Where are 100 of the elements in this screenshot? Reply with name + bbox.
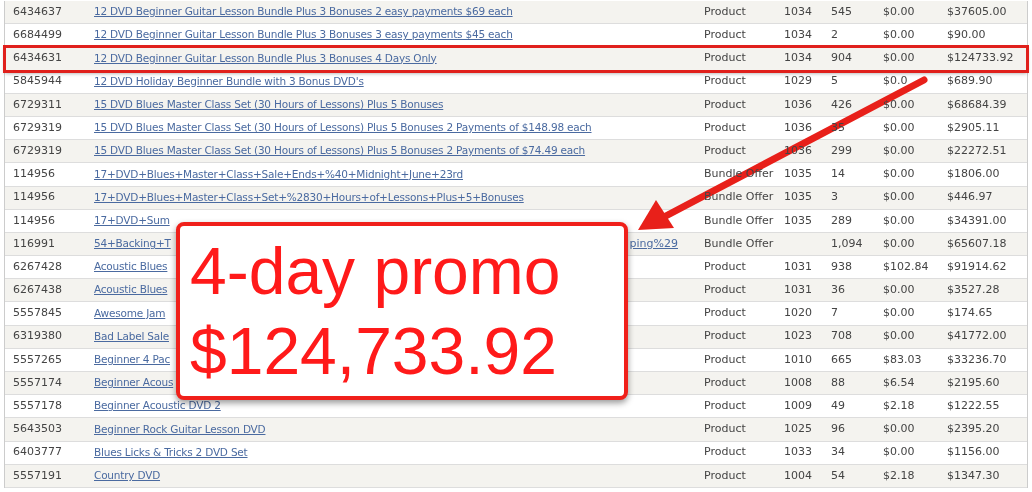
table-cell-text: 1010 (784, 351, 813, 368)
product-link[interactable]: 17+DVD+Sum (94, 212, 170, 229)
table-cell-text: $446.97 (947, 189, 994, 206)
table-cell-text: 708 (831, 328, 853, 345)
table-cell-text: 1033 (784, 444, 813, 461)
table-cell-text: 1036 (784, 96, 813, 113)
table-cell-text: 34 (831, 444, 846, 461)
table-cell-text: $124733.92 (947, 50, 1015, 67)
table-cell-text: $0.00 (883, 27, 916, 44)
callout-text: $124,733.92 (190, 313, 559, 390)
table-cell-text: 5557178 (12, 398, 63, 415)
table-cell-text: Product (704, 351, 747, 368)
product-link[interactable]: 17+DVD+Blues+Master+Class+Sale+Ends+%40+Midnight+June+23rd (94, 166, 463, 183)
table-cell-text: 6729311 (12, 96, 63, 113)
table-cell-text: 5557845 (12, 305, 63, 322)
table-cell-text: Product (704, 328, 747, 345)
table-cell-text: 1004 (784, 467, 813, 484)
table-cell-text: 1029 (784, 73, 813, 90)
table-cell-text: $0.00 (883, 305, 916, 322)
table-cell-text: $3527.28 (947, 282, 1001, 299)
table-cell-text: Product (704, 3, 747, 20)
table-cell-text: Product (704, 50, 747, 67)
table-cell-text: Product (704, 421, 747, 438)
table-cell-text: $0.00 (883, 119, 916, 136)
product-link[interactable]: Blues Licks & Tricks 2 DVD Set (94, 444, 248, 461)
table-cell-text: 116991 (12, 235, 56, 252)
table-cell-text: $6.54 (883, 374, 916, 391)
product-link[interactable]: Beginner Acous (94, 375, 174, 391)
table-cell-text: 14 (831, 166, 846, 183)
callout-text: 4-day promo (190, 233, 562, 310)
product-link[interactable]: 15 DVD Blues Master Class Set (30 Hours of Lessons) Plus 5 Bonuses (94, 96, 444, 113)
table-cell-text: Product (704, 444, 747, 461)
table-cell-text: 1023 (784, 328, 813, 345)
table-cell-text: 665 (831, 351, 853, 368)
table-cell-text: $0.00 (883, 189, 916, 206)
table-cell-text: 88 (831, 374, 846, 391)
table-cell-text: 49 (831, 398, 846, 415)
table-cell-text: Product (704, 305, 747, 322)
table-cell-text: 1035 (784, 166, 813, 183)
table-cell-text: Product (704, 467, 747, 484)
table-cell-text: $83.03 (883, 351, 923, 368)
table-cell-text: $0.00 (883, 3, 916, 20)
product-link[interactable]: Beginner Acoustic DVD 2 (94, 398, 221, 415)
table-cell-text: 1034 (784, 50, 813, 67)
table-cell-text: $174.65 (947, 305, 994, 322)
table-cell-text: $0.0 (883, 73, 909, 90)
table-cell-text: $0.00 (883, 50, 916, 67)
product-link[interactable]: 12 DVD Beginner Guitar Lesson Bundle Plus 3 Bonuses 2 easy payments $69 each (94, 4, 513, 20)
table-cell-text: $0.00 (883, 328, 916, 345)
product-link[interactable]: Bad Label Sale (94, 328, 169, 345)
table-cell-text: 426 (831, 96, 853, 113)
table-cell-text: $2195.60 (947, 374, 1001, 391)
table-cell-text: $1347.30 (947, 467, 1001, 484)
table-cell-text: 5 (831, 73, 839, 90)
table-cell-text: $0.00 (883, 421, 916, 438)
product-link[interactable]: 54+Backing+T (94, 236, 171, 252)
table-cell-text: 1025 (784, 421, 813, 438)
table-cell-text: 114956 (12, 166, 56, 183)
table-cell-text: 904 (831, 50, 853, 67)
table-cell-text: 545 (831, 3, 853, 20)
product-link[interactable]: 12 DVD Beginner Guitar Lesson Bundle Plus 3 Bonuses 4 Days Only (94, 50, 437, 67)
table-cell-text: 1036 (784, 119, 813, 136)
product-link[interactable]: 15 DVD Blues Master Class Set (30 Hours of Lessons) Plus 5 Bonuses 2 Payments of $74.49 each (94, 143, 586, 160)
product-link[interactable]: 17+DVD+Blues+Master+Class+Set+%2830+Hours+of+Lessons+Plus+5+Bonuses (94, 189, 524, 206)
table-cell-text: 114956 (12, 189, 56, 206)
table-cell-text: $91914.62 (947, 258, 1008, 275)
product-link[interactable]: Beginner 4 Pac (94, 352, 170, 368)
table-cell-text: 7 (831, 305, 839, 322)
product-link[interactable]: 12 DVD Holiday Beginner Bundle with 3 Bonus DVD's (94, 73, 364, 90)
product-link[interactable]: Beginner Rock Guitar Lesson DVD (94, 421, 266, 438)
table-cell-text: 1031 (784, 282, 813, 299)
table-cell-text: 96 (831, 421, 846, 438)
table-cell-text: $68684.39 (947, 96, 1008, 113)
product-link[interactable]: Country DVD (94, 467, 161, 484)
table-cell-text: $1222.55 (947, 398, 1001, 415)
table-cell-text: $41772.00 (947, 328, 1008, 345)
table-cell-text: $2.18 (883, 467, 916, 484)
table-cell-text: $0.00 (883, 444, 916, 461)
table-cell-text: Product (704, 398, 747, 415)
table-cell-text: 938 (831, 258, 853, 275)
table-cell-text: 2 (831, 27, 839, 44)
product-link[interactable]: 12 DVD Beginner Guitar Lesson Bundle Plus 3 Bonuses 3 easy payments $45 each (94, 27, 513, 44)
table-cell-text: $0.00 (883, 212, 916, 229)
table-cell-text: 5845944 (12, 73, 63, 90)
table-cell-text: $2.18 (883, 398, 916, 415)
table-cell-text: $34391.00 (947, 212, 1008, 229)
product-link[interactable]: Awesome Jam (94, 305, 166, 322)
table-cell-text: Product (704, 258, 747, 275)
product-link[interactable]: 15 DVD Blues Master Class Set (30 Hours of Lessons) Plus 5 Bonuses 2 Payments of $148.98 each (94, 120, 592, 136)
product-link[interactable]: ping%29 (629, 235, 678, 253)
table-cell-text: $33236.70 (947, 351, 1008, 368)
table-cell-text: 5557174 (12, 374, 63, 391)
product-link[interactable]: Acoustic Blues (94, 259, 168, 276)
table-cell-text: 1034 (784, 27, 813, 44)
table-cell-text: $0.00 (883, 166, 916, 183)
table-cell-text: 6684499 (12, 27, 63, 44)
table-cell-text: 5643503 (12, 421, 63, 438)
table-cell-text: 6434637 (12, 3, 63, 20)
product-link[interactable]: Acoustic Blues (94, 282, 168, 299)
table-cell-text: 289 (831, 212, 853, 229)
